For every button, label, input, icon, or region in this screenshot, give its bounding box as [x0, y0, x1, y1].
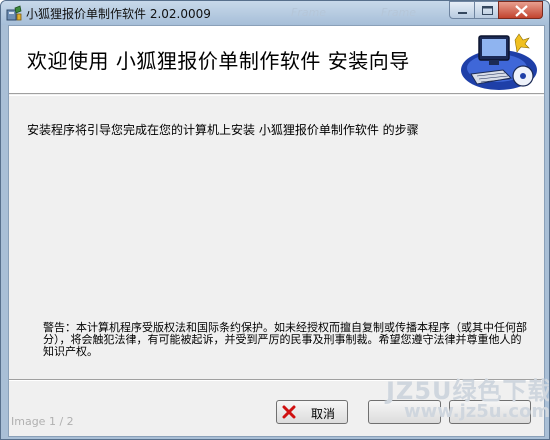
minimize-icon — [458, 12, 467, 14]
ghost-label: Frame — [381, 6, 417, 19]
close-icon — [515, 5, 528, 17]
close-button[interactable] — [498, 1, 543, 19]
header-divider — [9, 95, 544, 96]
minimize-button[interactable] — [449, 1, 475, 19]
watermark-url: www.jz5u.com — [404, 401, 550, 422]
red-x-icon — [282, 405, 296, 419]
title-bar[interactable]: 小狐狸报价单制作软件 2.02.0009 Frame Frame — [1, 1, 549, 25]
intro-text: 安装程序将引导您完成在您的计算机上安装 小狐狸报价单制作软件 的步骤 — [27, 123, 419, 137]
site-watermark: JZ5U绿色下载 www.jz5u.com — [386, 371, 549, 427]
copyright-warning: 警告：本计算机程序受版权法和国际条约保护。如未经授权而擅自复制或传播本程序（或其… — [43, 321, 527, 358]
wizard-header: 欢迎使用 小狐狸报价单制作软件 安装向导 — [9, 26, 544, 94]
maximize-button[interactable] — [474, 1, 499, 19]
window-title: 小狐狸报价单制作软件 2.02.0009 — [26, 7, 211, 21]
installer-window: 小狐狸报价单制作软件 2.02.0009 Frame Frame 欢迎使用 小狐… — [0, 0, 550, 440]
cancel-label: 取消 — [311, 407, 336, 421]
cancel-button[interactable]: 取消 — [276, 400, 348, 424]
installer-app-icon — [6, 5, 22, 21]
ghost-label: Frame — [291, 6, 327, 19]
wizard-title: 欢迎使用 小狐狸报价单制作软件 安装向导 — [27, 49, 410, 73]
computer-setup-icon — [461, 33, 537, 90]
maximize-icon — [482, 6, 493, 15]
image-counter: Image 1 / 2 — [11, 415, 74, 428]
